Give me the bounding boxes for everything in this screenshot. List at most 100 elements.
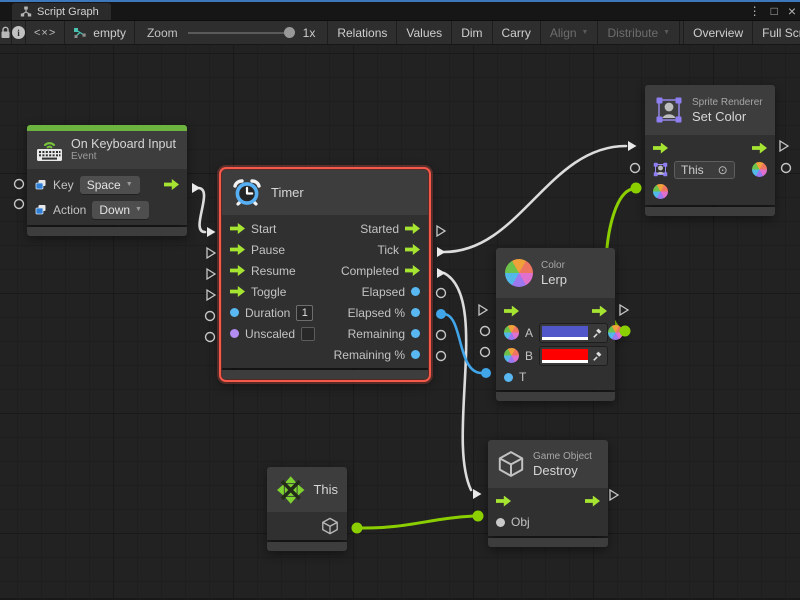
fullscreen-button[interactable]: Full Screen [753, 21, 800, 44]
color-port-icon[interactable] [752, 162, 767, 177]
timer-remaining-port[interactable] [435, 329, 447, 341]
this-out-port[interactable] [351, 522, 364, 535]
setcolor-color-port[interactable] [630, 182, 643, 195]
value-port-icon[interactable] [230, 329, 239, 338]
maximize-icon[interactable]: □ [771, 4, 778, 18]
eyedropper-icon[interactable] [592, 350, 603, 361]
value-port-icon[interactable] [411, 308, 420, 317]
code-view-button[interactable]: <×> [26, 21, 65, 44]
flow-in-icon[interactable] [230, 223, 245, 234]
lock-button[interactable] [0, 21, 12, 44]
value-port-icon[interactable] [411, 329, 420, 338]
info-button[interactable]: i [12, 21, 26, 44]
chevron-down-icon: ▼ [663, 29, 670, 36]
keyboard-trigger-out-port[interactable] [190, 182, 202, 195]
timer-toggle-port[interactable] [205, 289, 217, 302]
timer-remaining-percent-port[interactable] [435, 350, 447, 362]
timer-tick-port[interactable] [435, 246, 447, 259]
target-object-field[interactable]: This ⊙ [674, 161, 735, 179]
timer-duration-port[interactable] [204, 310, 216, 322]
lerp-trigger-out-port[interactable] [618, 304, 630, 317]
lerp-t-port[interactable] [480, 367, 492, 379]
setcolor-trigger-in-port[interactable] [626, 140, 638, 153]
timer-elapsed-port[interactable] [435, 287, 447, 299]
flow-out-icon[interactable] [405, 244, 420, 255]
flow-out-icon[interactable] [752, 143, 767, 154]
timer-resume-port[interactable] [205, 268, 217, 281]
action-dropdown[interactable]: Down▼ [92, 201, 149, 219]
zoom-slider-knob[interactable] [284, 27, 295, 38]
keyboard-key-in-port[interactable] [13, 178, 25, 190]
node-title: Timer [271, 185, 304, 200]
node-timer[interactable]: Timer Start Started Pause Tick Resume Co… [222, 170, 428, 379]
duration-input[interactable]: 1 [296, 305, 313, 321]
node-this[interactable]: This [267, 467, 347, 551]
flow-in-icon[interactable] [230, 244, 245, 255]
timer-start-port[interactable] [205, 226, 217, 239]
lerp-trigger-in-port[interactable] [477, 304, 489, 317]
wire-completed-to-destroy[interactable] [444, 273, 471, 490]
destroy-trigger-out-port[interactable] [608, 489, 620, 502]
tab-script-graph[interactable]: Script Graph [12, 3, 111, 20]
node-set-color[interactable]: Sprite Renderer Set Color [645, 85, 775, 216]
value-port-icon[interactable] [496, 518, 505, 527]
timer-unscaled-port[interactable] [204, 331, 216, 343]
unscaled-checkbox[interactable] [301, 327, 315, 341]
dim-button[interactable]: Dim [452, 21, 492, 44]
timer-started-port[interactable] [435, 225, 447, 238]
setcolor-trigger-out-port[interactable] [778, 140, 790, 153]
lerp-result-port[interactable] [619, 325, 632, 338]
flow-in-icon[interactable] [230, 286, 245, 297]
lerp-b-port[interactable] [479, 346, 491, 358]
wire-this-to-destroy-obj[interactable] [358, 516, 474, 528]
graph-reference[interactable]: empty [65, 21, 135, 44]
value-port-icon[interactable] [411, 350, 420, 359]
flow-in-icon[interactable] [653, 143, 668, 154]
flow-out-icon[interactable] [592, 306, 607, 317]
zoom-slider[interactable] [188, 32, 293, 34]
values-button[interactable]: Values [397, 21, 452, 44]
window-menu-icon[interactable]: ⋮ [749, 4, 761, 18]
carry-button[interactable]: Carry [493, 21, 541, 44]
flow-out-icon[interactable] [585, 496, 600, 507]
flow-in-icon[interactable] [230, 265, 245, 276]
flow-in-icon[interactable] [496, 496, 511, 507]
wire-elapsed-percent-to-lerp-t[interactable] [444, 314, 481, 373]
overview-button[interactable]: Overview [683, 21, 753, 44]
node-color-lerp[interactable]: Color Lerp A [496, 248, 615, 401]
flow-out-icon[interactable] [405, 265, 420, 276]
color-b-swatch[interactable] [542, 349, 588, 363]
value-port-icon[interactable] [230, 308, 239, 317]
lerp-a-port[interactable] [479, 325, 491, 337]
close-icon[interactable]: × [788, 3, 796, 19]
setcolor-target-port[interactable] [629, 162, 641, 174]
destroy-obj-port[interactable] [472, 510, 485, 523]
wire-tick-to-setcolor[interactable] [444, 146, 626, 252]
timer-elapsed-percent-port[interactable] [435, 308, 447, 320]
color-port-icon[interactable] [504, 348, 519, 363]
color-port-icon[interactable] [504, 325, 519, 340]
setcolor-result-port[interactable] [780, 162, 792, 174]
object-picker-icon[interactable]: ⊙ [718, 163, 728, 177]
keyboard-action-in-port[interactable] [13, 198, 25, 210]
value-port-icon[interactable] [411, 287, 420, 296]
timer-completed-port[interactable] [435, 267, 447, 280]
color-a-field[interactable] [539, 323, 608, 343]
color-b-field[interactable] [539, 346, 608, 366]
game-object-cube-icon[interactable] [321, 517, 339, 535]
destroy-trigger-in-port[interactable] [471, 488, 483, 501]
trigger-out-port-icon[interactable] [164, 179, 179, 190]
eyedropper-icon[interactable] [592, 327, 603, 338]
relations-button[interactable]: Relations [328, 21, 397, 44]
node-on-keyboard-input[interactable]: On Keyboard Input Event Key Space▼ [27, 125, 187, 236]
flow-out-icon[interactable] [405, 223, 420, 234]
wire-keyboard-to-timer-start[interactable] [198, 188, 205, 232]
value-port-icon[interactable] [504, 373, 513, 382]
timer-pause-port[interactable] [205, 247, 217, 260]
color-a-swatch[interactable] [542, 326, 588, 340]
color-port-icon[interactable] [653, 184, 668, 199]
graph-canvas[interactable]: On Keyboard Input Event Key Space▼ [0, 45, 800, 598]
node-destroy[interactable]: Game Object Destroy Obj [488, 440, 608, 547]
key-dropdown[interactable]: Space▼ [80, 176, 140, 194]
flow-in-icon[interactable] [504, 306, 519, 317]
